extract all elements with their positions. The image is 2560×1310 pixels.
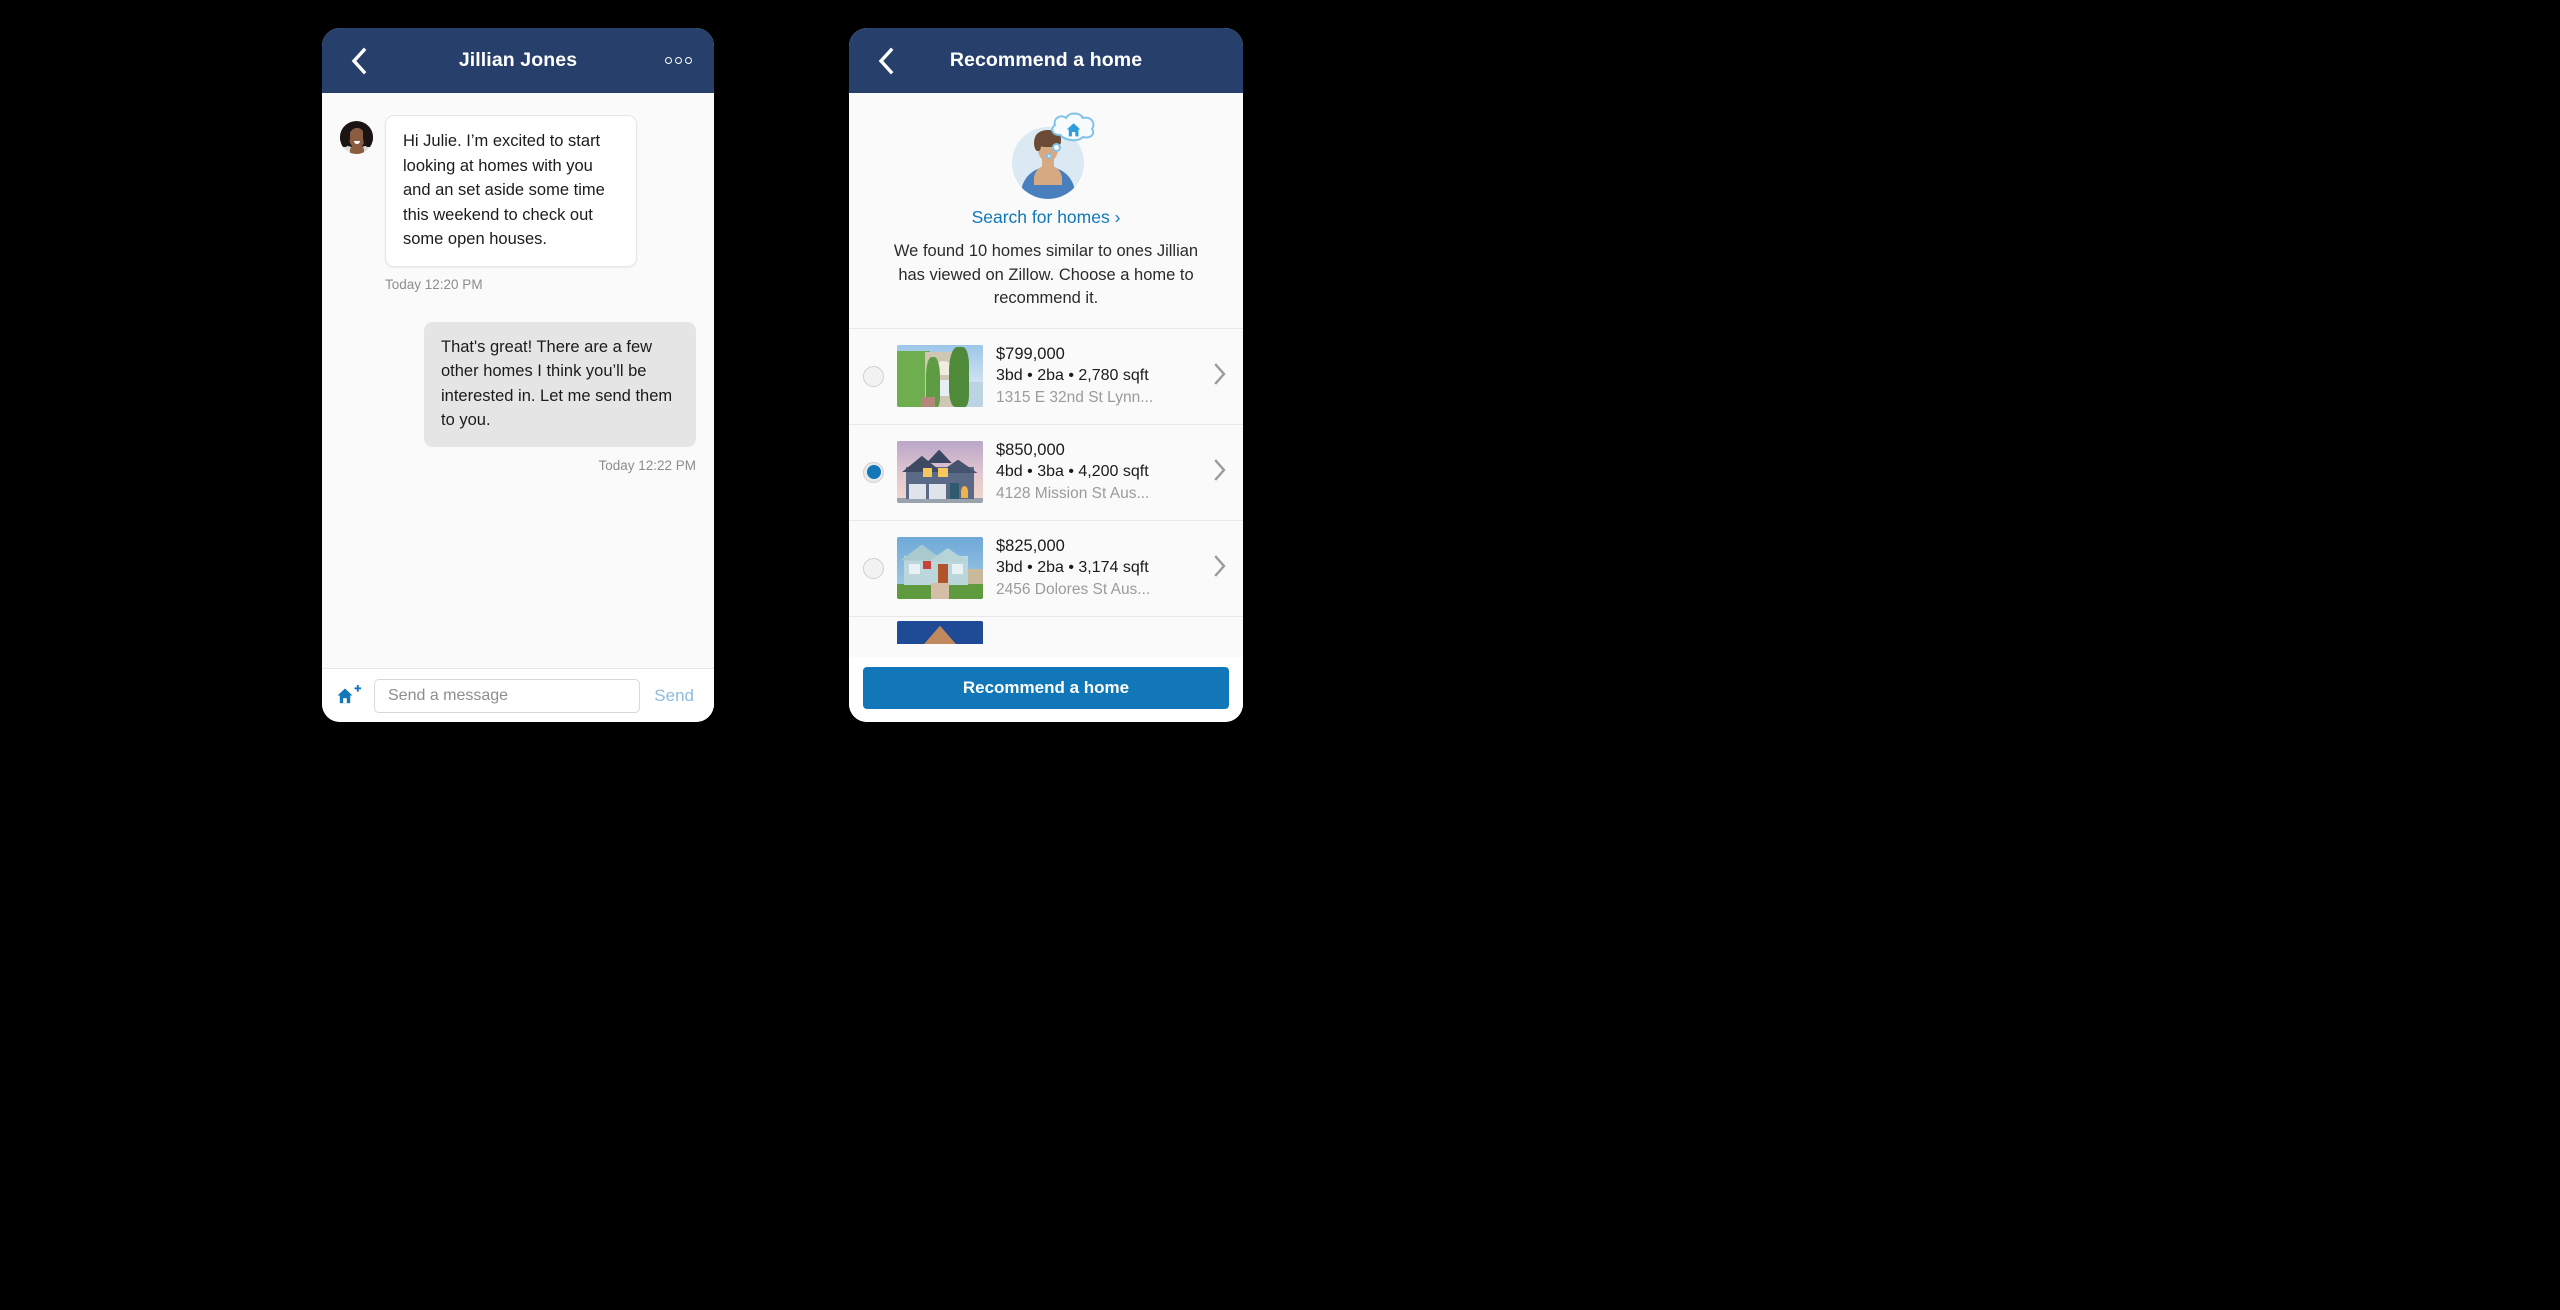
listing-specs: 3bd • 2ba • 3,174 sqft: [996, 558, 1149, 576]
recommend-phone-frame: Recommend a home Search for homes › We f…: [849, 28, 1243, 722]
chevron-left-icon: [878, 47, 893, 74]
listing-thumbnail: [897, 345, 983, 407]
chat-more-button[interactable]: [656, 28, 700, 93]
listing-price: $825,000: [996, 536, 1065, 555]
chat-navbar: Jillian Jones: [322, 28, 714, 93]
listing-thumbnail: [897, 621, 983, 644]
recommend-cta-container: Recommend a home: [849, 657, 1243, 722]
listing-info: $825,000 3bd • 2ba • 3,174 sqft 2456 Dol…: [996, 536, 1196, 601]
message-bubble-incoming: Hi Julie. I’m excited to start looking a…: [385, 115, 637, 267]
chat-back-button[interactable]: [336, 28, 380, 93]
listing-row[interactable]: $850,000 4bd • 3ba • 4,200 sqft 4128 Mis…: [849, 423, 1243, 520]
avatar: [340, 121, 373, 154]
chevron-left-icon: [351, 47, 366, 74]
listing-info: $799,000 3bd • 2ba • 2,780 sqft 1315 E 3…: [996, 344, 1196, 409]
overflow-dot-3: [684, 57, 692, 64]
message-row-incoming: Hi Julie. I’m excited to start looking a…: [340, 115, 696, 267]
listing-row[interactable]: $825,000 3bd • 2ba • 3,174 sqft 2456 Dol…: [849, 519, 1243, 616]
overflow-dot-1: [664, 57, 672, 64]
listing-radio[interactable]: [863, 365, 884, 387]
recommend-back-button[interactable]: [863, 28, 907, 93]
recommend-title: Recommend a home: [949, 49, 1143, 71]
listing-specs: 3bd • 2ba • 2,780 sqft: [996, 366, 1149, 384]
chat-phone-frame: Jillian Jones Hi Julie. I’m excited to s…: [322, 28, 714, 722]
listing-row[interactable]: [849, 615, 1243, 644]
message-input[interactable]: [374, 678, 641, 713]
listing-address: 1315 E 32nd St Lynn...: [996, 388, 1154, 406]
home-plus-icon: [337, 684, 362, 703]
listing-radio-selected[interactable]: [863, 461, 884, 483]
message-timestamp-incoming: Today 12:20 PM: [385, 276, 483, 292]
listing-radio[interactable]: [863, 557, 884, 579]
search-for-homes-link[interactable]: Search for homes ›: [972, 207, 1121, 228]
chevron-right-icon: [1214, 458, 1226, 481]
listing-price: $850,000: [996, 440, 1065, 459]
listing-thumbnail: [897, 441, 983, 503]
thought-bubble-icon: [1046, 111, 1098, 159]
chevron-right-icon: [1214, 362, 1226, 385]
listing-info: $850,000 4bd • 3ba • 4,200 sqft 4128 Mis…: [996, 440, 1196, 505]
listing-address: 2456 Dolores St Aus...: [996, 580, 1151, 598]
recommend-hero: Search for homes › We found 10 homes sim…: [849, 93, 1243, 328]
message-row-outgoing: That's great! There are a few other home…: [340, 321, 696, 447]
message-bubble-outgoing: That's great! There are a few other home…: [424, 321, 696, 447]
person-thinking-about-home-icon: [998, 112, 1095, 199]
message-timestamp-outgoing: Today 12:22 PM: [598, 457, 696, 473]
recommend-navbar: Recommend a home: [849, 28, 1243, 93]
listing-disclosure-button[interactable]: [1209, 554, 1227, 583]
listing-thumbnail: [897, 537, 983, 599]
listing-row[interactable]: $799,000 3bd • 2ba • 2,780 sqft 1315 E 3…: [849, 327, 1243, 424]
listing-disclosure-button[interactable]: [1209, 362, 1227, 391]
listing-disclosure-button[interactable]: [1209, 458, 1227, 487]
recommend-a-home-button[interactable]: Recommend a home: [863, 667, 1229, 709]
recommend-scroll-area[interactable]: Search for homes › We found 10 homes sim…: [849, 93, 1243, 657]
listing-specs: 4bd • 3ba • 4,200 sqft: [996, 462, 1149, 480]
chat-composer-bar: Send: [322, 668, 714, 722]
chat-message-list[interactable]: Hi Julie. I’m excited to start looking a…: [322, 93, 714, 668]
overflow-dot-2: [674, 57, 682, 64]
listing-price: $799,000: [996, 344, 1065, 363]
recommend-description: We found 10 homes similar to ones Jillia…: [893, 242, 1199, 307]
listing-address: 4128 Mission St Aus...: [996, 484, 1150, 502]
screenshot-canvas: Jillian Jones Hi Julie. I’m excited to s…: [0, 0, 2560, 1310]
chevron-right-icon: [1214, 554, 1226, 577]
attach-home-button[interactable]: [336, 684, 362, 707]
send-button[interactable]: Send: [652, 686, 700, 706]
